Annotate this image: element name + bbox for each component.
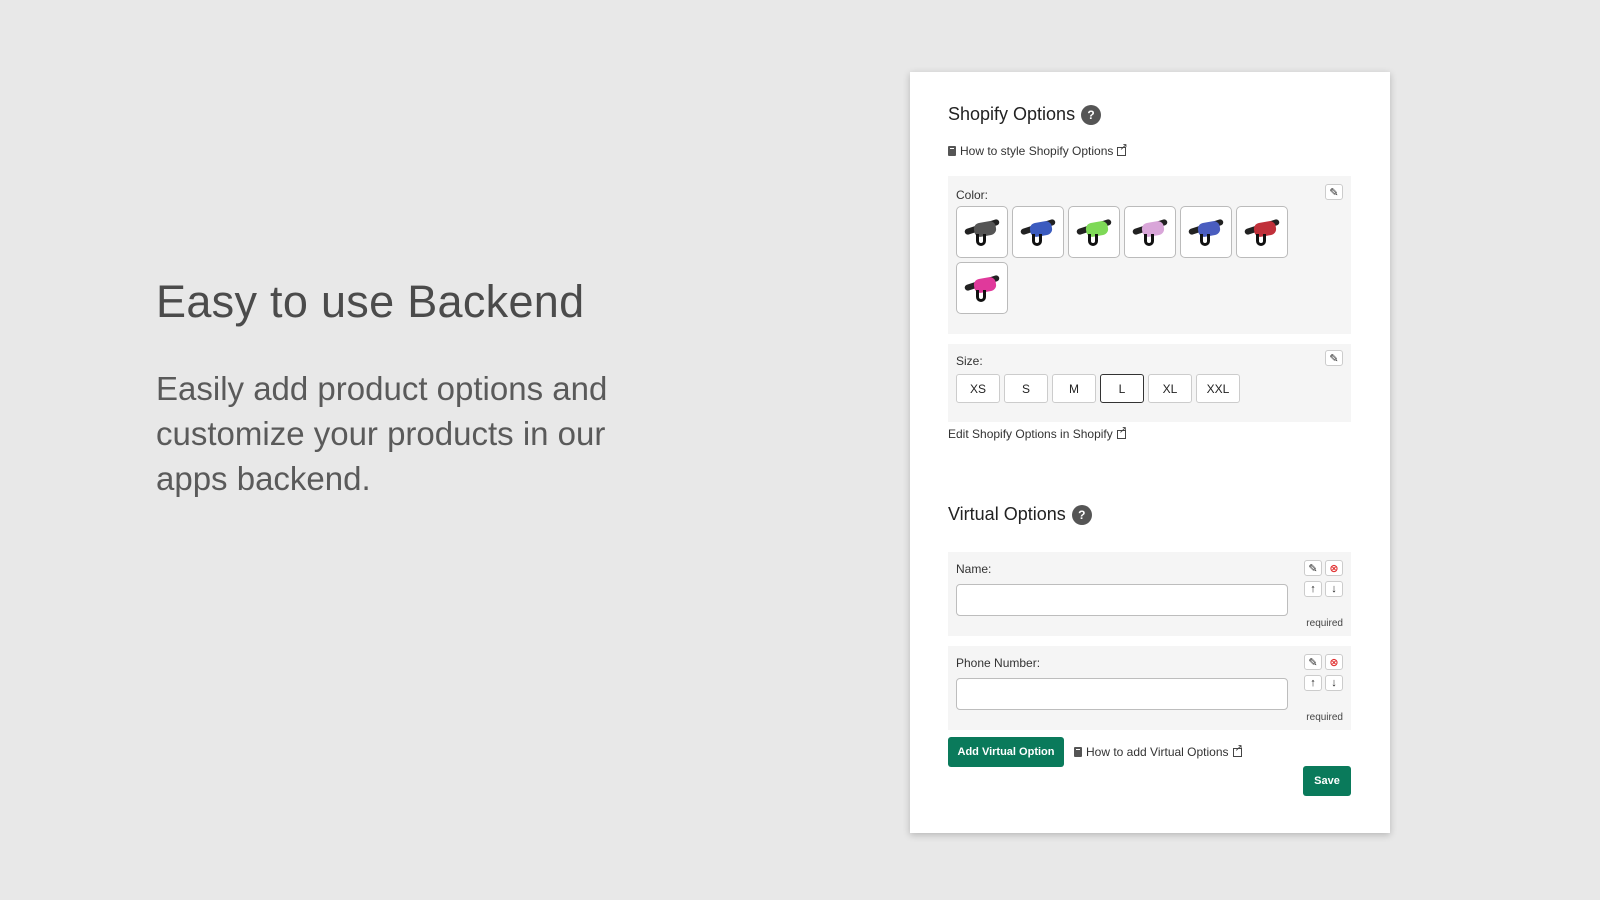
color-swatch[interactable]: [1012, 206, 1064, 258]
harness-icon: [1016, 214, 1060, 250]
help-icon[interactable]: ?: [1081, 104, 1102, 125]
size-button[interactable]: XL: [1148, 374, 1192, 403]
name-input[interactable]: [956, 584, 1288, 616]
required-text: required: [1306, 712, 1343, 723]
phone-label: Phone Number:: [956, 656, 1041, 670]
add-link-text[interactable]: How to add Virtual Options: [1086, 745, 1229, 759]
shopify-options-title-text: Shopify Options: [948, 104, 1076, 124]
options-panel: Shopify Options ? How to style Shopify O…: [910, 72, 1390, 833]
color-swatch[interactable]: [956, 262, 1008, 314]
book-icon: [1074, 747, 1082, 757]
size-button[interactable]: L: [1100, 374, 1144, 403]
color-swatch[interactable]: [1124, 206, 1176, 258]
arrow-up-icon: ↑: [1310, 677, 1316, 689]
style-shopify-options-link[interactable]: How to style Shopify Options: [948, 142, 1128, 158]
size-button[interactable]: XXL: [1196, 374, 1240, 403]
virtual-options-title-text: Virtual Options: [948, 504, 1066, 524]
arrow-down-icon: ↓: [1331, 583, 1337, 595]
move-up-button[interactable]: ↑: [1304, 675, 1322, 691]
required-text: required: [1306, 618, 1343, 629]
remove-option-button[interactable]: ⊗: [1325, 560, 1343, 576]
color-label: Color:: [956, 188, 989, 202]
pencil-icon: ✎: [1329, 186, 1339, 199]
color-swatch[interactable]: [1180, 206, 1232, 258]
pencil-icon: ✎: [1329, 352, 1339, 365]
edit-option-button[interactable]: ✎: [1304, 654, 1322, 670]
color-swatch[interactable]: [1068, 206, 1120, 258]
harness-icon: [1184, 214, 1228, 250]
save-button[interactable]: Save: [1303, 766, 1351, 796]
move-down-button[interactable]: ↓: [1325, 675, 1343, 691]
external-link-icon: [1232, 743, 1243, 757]
color-swatches: [956, 206, 1296, 314]
pencil-icon: ✎: [1308, 656, 1318, 669]
pencil-icon: ✎: [1308, 562, 1318, 575]
external-link-icon: [1116, 425, 1127, 439]
size-label: Size:: [956, 354, 983, 368]
remove-option-button[interactable]: ⊗: [1325, 654, 1343, 670]
color-swatch[interactable]: [1236, 206, 1288, 258]
size-option-box: Size: ✎ XS S M L XL XXL: [948, 344, 1351, 422]
virtual-option-name: Name: ✎ ⊗ ↑ ↓ required: [948, 552, 1351, 636]
move-down-button[interactable]: ↓: [1325, 581, 1343, 597]
color-swatch[interactable]: [956, 206, 1008, 258]
arrow-up-icon: ↑: [1310, 583, 1316, 595]
harness-icon: [1072, 214, 1116, 250]
arrow-down-icon: ↓: [1331, 677, 1337, 689]
external-link-icon: [1117, 142, 1128, 156]
hero-title: Easy to use Backend: [156, 276, 585, 327]
virtual-option-phone: Phone Number: ✎ ⊗ ↑ ↓ required: [948, 646, 1351, 730]
phone-input[interactable]: [956, 678, 1288, 710]
edit-link-text[interactable]: Edit Shopify Options in Shopify: [948, 427, 1113, 441]
harness-icon: [1128, 214, 1172, 250]
harness-icon: [960, 214, 1004, 250]
remove-icon: ⊗: [1329, 656, 1339, 669]
size-button[interactable]: M: [1052, 374, 1096, 403]
hero: Easy to use Backend Easily add product o…: [156, 276, 676, 501]
size-buttons: XS S M L XL XXL: [956, 374, 1240, 403]
name-label: Name:: [956, 562, 992, 576]
virtual-options-title: Virtual Options ?: [948, 504, 1092, 525]
hero-subtitle: Easily add product options and customize…: [156, 370, 608, 497]
add-virtual-options-link[interactable]: How to add Virtual Options: [1074, 743, 1243, 759]
harness-icon: [1240, 214, 1284, 250]
edit-color-button[interactable]: ✎: [1325, 184, 1343, 200]
edit-option-button[interactable]: ✎: [1304, 560, 1322, 576]
color-option-box: Color: ✎: [948, 176, 1351, 334]
add-virtual-option-button[interactable]: Add Virtual Option: [948, 737, 1064, 767]
book-icon: [948, 146, 956, 156]
style-link-text[interactable]: How to style Shopify Options: [960, 144, 1113, 158]
edit-size-button[interactable]: ✎: [1325, 350, 1343, 366]
size-button[interactable]: XS: [956, 374, 1000, 403]
move-up-button[interactable]: ↑: [1304, 581, 1322, 597]
harness-icon: [960, 270, 1004, 306]
edit-shopify-options-link[interactable]: Edit Shopify Options in Shopify: [948, 425, 1127, 442]
shopify-options-title: Shopify Options ?: [948, 104, 1102, 125]
remove-icon: ⊗: [1329, 562, 1339, 575]
help-icon[interactable]: ?: [1071, 504, 1092, 525]
size-button[interactable]: S: [1004, 374, 1048, 403]
